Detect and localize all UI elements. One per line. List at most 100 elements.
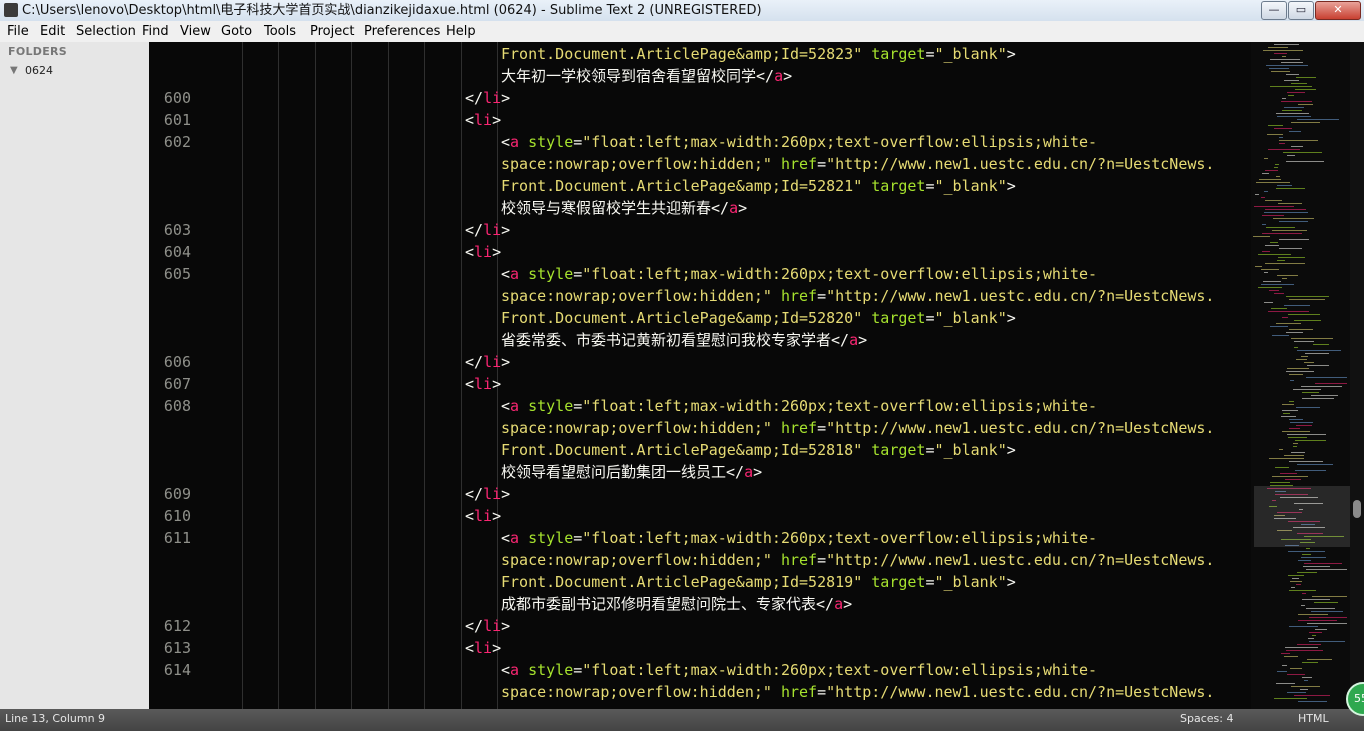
minimap-line: [1311, 395, 1338, 396]
line-number: 610: [163, 507, 191, 525]
code-token: =: [573, 529, 583, 547]
code-token: >: [1006, 573, 1016, 591]
minimap-line: [1300, 689, 1308, 690]
scrollbar-thumb[interactable]: [1353, 500, 1361, 518]
minimap-line: [1297, 464, 1333, 465]
code-token: >: [843, 595, 853, 613]
minimap-line: [1291, 587, 1295, 588]
code-token: href: [780, 683, 818, 701]
code-editor[interactable]: Front.Document.ArticlePage&amp;Id=52823"…: [206, 42, 1251, 709]
code-token: href: [780, 155, 818, 173]
code-token: space:nowrap;overflow:hidden;": [501, 683, 772, 701]
minimap-line: [1286, 74, 1299, 75]
minimap-viewport[interactable]: [1254, 486, 1350, 547]
line-number: 604: [163, 243, 191, 261]
sidebar-folder-0624[interactable]: 0624: [25, 64, 53, 77]
menu-selection[interactable]: Selection: [76, 21, 136, 42]
code-token: <: [465, 639, 475, 657]
minimap-line: [1298, 614, 1328, 615]
minimap-line: [1285, 479, 1301, 480]
code-line: </li>: [465, 615, 510, 637]
minimap-line: [1270, 59, 1300, 60]
code-token: "float:left;max-width:260px;text-overflo…: [582, 661, 1098, 679]
minimap-line: [1256, 182, 1290, 183]
minimap-line: [1269, 68, 1289, 69]
minimap-line: [1268, 47, 1288, 48]
code-token: a: [510, 661, 520, 679]
menu-project[interactable]: Project: [310, 21, 354, 42]
minimap-line: [1290, 380, 1294, 381]
minimap-line: [1261, 284, 1294, 285]
minimap-line: [1265, 170, 1278, 171]
minimap-line: [1277, 260, 1285, 261]
minimap-line: [1291, 122, 1320, 123]
window-title: C:\Users\lenovo\Desktop\html\电子科技大学首页实战\…: [22, 3, 762, 18]
minimap-line: [1255, 194, 1259, 195]
menu-edit[interactable]: Edit: [40, 21, 65, 42]
minimap-line: [1296, 359, 1307, 360]
line-number: [149, 681, 191, 703]
line-number: [149, 197, 191, 219]
menu-tools[interactable]: Tools: [264, 21, 296, 42]
code-token: "http://www.new1.uestc.edu.cn/?n=UestcNe…: [826, 683, 1215, 701]
code-token: >: [492, 243, 502, 261]
code-token: style: [528, 133, 574, 151]
minimap-line: [1289, 374, 1303, 375]
code-line: space:nowrap;overflow:hidden;" href="htt…: [501, 681, 1214, 703]
minimap-line: [1301, 605, 1305, 606]
code-token: target: [871, 309, 926, 327]
code-line: 校领导看望慰问后勤集团一线员工</a>: [501, 461, 762, 483]
minimap-line: [1296, 407, 1320, 408]
minimap-line: [1276, 176, 1280, 177]
minimap-line: [1302, 398, 1334, 399]
syntax-mode[interactable]: HTML: [1298, 709, 1329, 729]
minimap-line: [1262, 215, 1284, 216]
menu-view[interactable]: View: [180, 21, 211, 42]
menu-bar: File Edit Selection Find View Goto Tools…: [0, 21, 1364, 42]
minimap-line: [1306, 569, 1347, 570]
minimap-line: [1284, 656, 1298, 657]
minimize-button[interactable]: —: [1261, 1, 1287, 20]
indent-guide: [351, 42, 352, 709]
menu-file[interactable]: File: [7, 21, 29, 42]
menu-preferences[interactable]: Preferences: [364, 21, 440, 42]
sidebar: FOLDERS ▼ 0624: [0, 42, 149, 709]
minimap-line: [1294, 347, 1298, 348]
code-token: =: [817, 155, 827, 173]
close-button[interactable]: ✕: [1315, 1, 1361, 20]
code-token: a: [849, 331, 859, 349]
folders-header: FOLDERS: [8, 45, 68, 58]
line-number: [149, 549, 191, 571]
minimap-line: [1263, 50, 1303, 51]
code-token: li: [483, 485, 502, 503]
code-token: a: [510, 397, 520, 415]
minimap-line: [1295, 440, 1326, 441]
menu-find[interactable]: Find: [142, 21, 169, 42]
menu-help[interactable]: Help: [446, 21, 476, 42]
minimap-line: [1314, 602, 1338, 603]
minimap-line: [1294, 695, 1330, 696]
code-line: Front.Document.ArticlePage&amp;Id=52820"…: [501, 307, 1016, 329]
minimap-line: [1281, 101, 1312, 102]
code-token: >: [1006, 309, 1016, 327]
maximize-button[interactable]: ▭: [1288, 1, 1314, 20]
expand-triangle-icon[interactable]: ▼: [10, 65, 18, 76]
minimap-line: [1274, 44, 1299, 45]
minimap-line: [1298, 701, 1327, 702]
code-line: Front.Document.ArticlePage&amp;Id=52821"…: [501, 175, 1016, 197]
indentation-setting[interactable]: Spaces: 4: [1180, 709, 1233, 729]
indent-guide: [242, 42, 243, 709]
minimap-line: [1305, 353, 1329, 354]
code-token: a: [729, 199, 739, 217]
vertical-scrollbar[interactable]: [1350, 42, 1364, 709]
minimap-line: [1261, 197, 1265, 198]
minimap-line: [1302, 677, 1312, 678]
menu-goto[interactable]: Goto: [221, 21, 252, 42]
minimap-line: [1275, 164, 1279, 165]
code-line: 校领导与寒假留校学生共迎新春</a>: [501, 197, 747, 219]
minimap[interactable]: [1251, 42, 1350, 709]
